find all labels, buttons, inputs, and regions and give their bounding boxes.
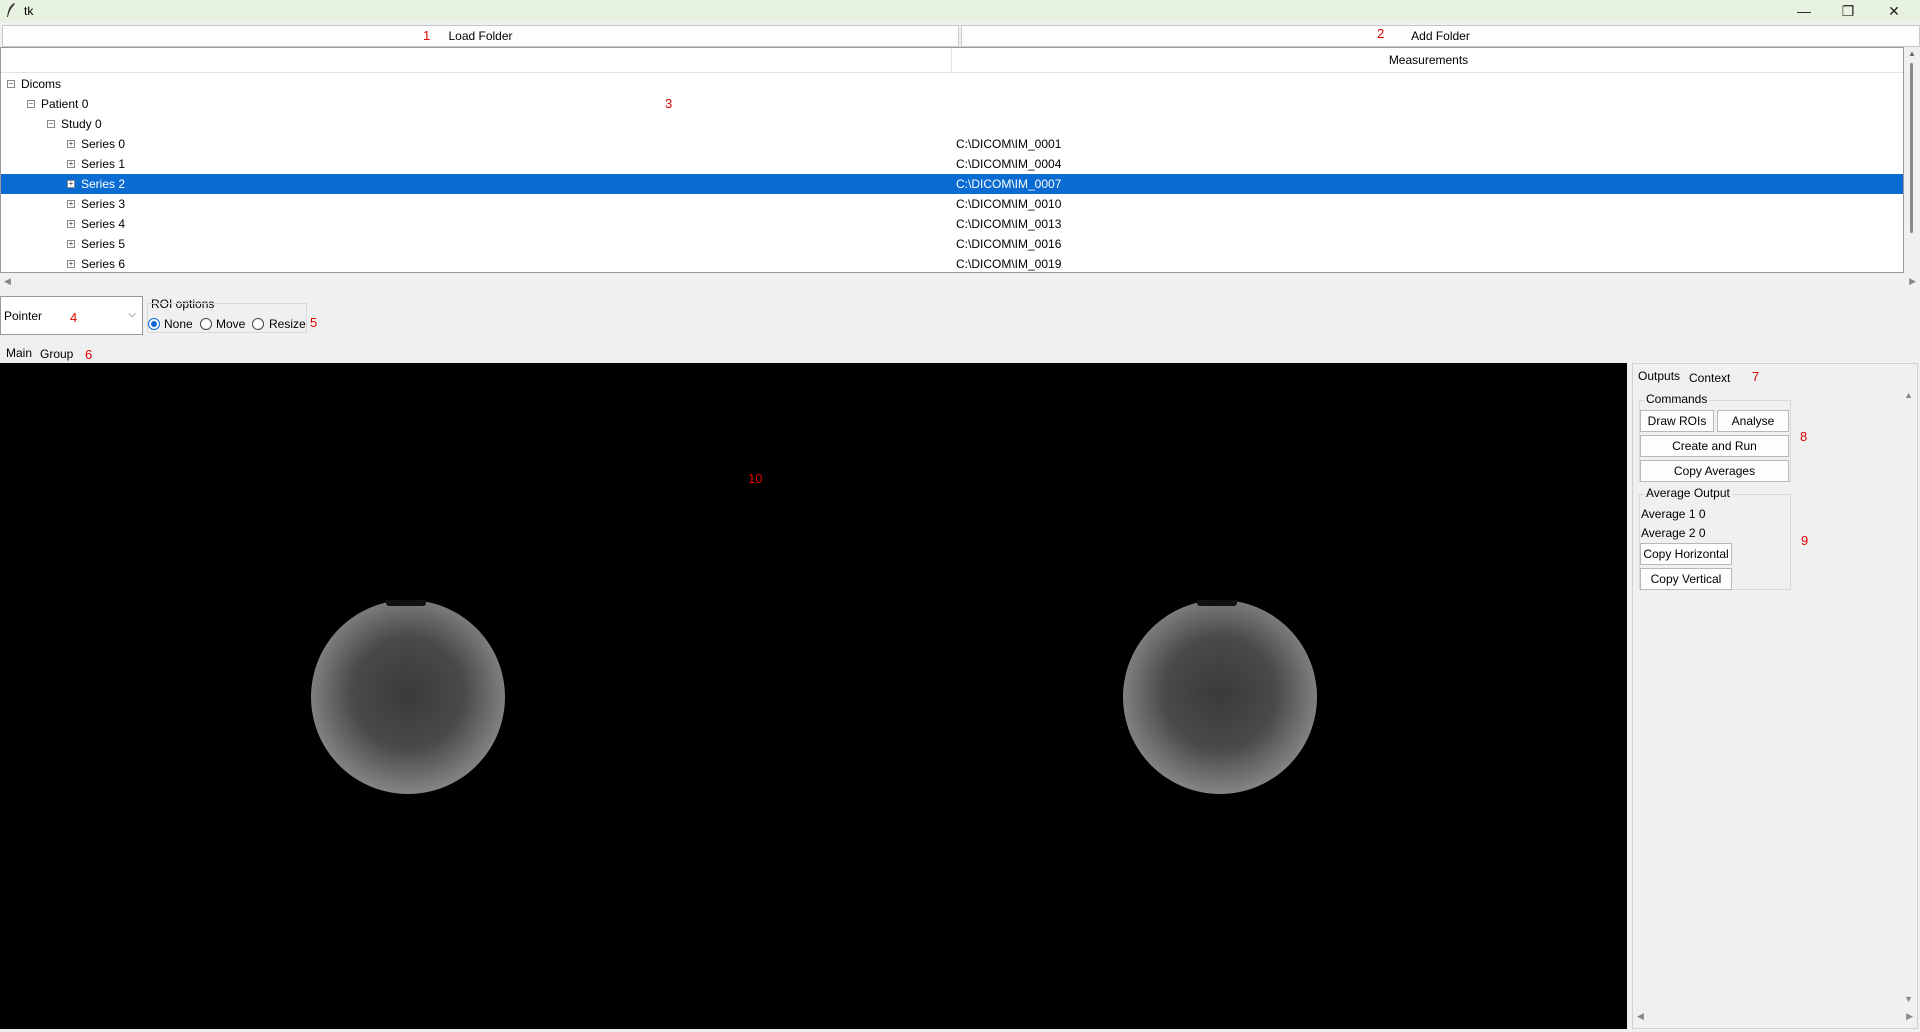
copy-horizontal-button[interactable]: Copy Horizontal <box>1640 543 1732 565</box>
phantom-image-right <box>1123 600 1317 794</box>
create-and-run-button[interactable]: Create and Run <box>1640 435 1789 457</box>
expand-icon[interactable]: + <box>67 240 75 248</box>
phantom-notch-right <box>1197 600 1237 606</box>
roi-move-radio[interactable] <box>200 318 212 330</box>
tree-horizontal-scrollbar[interactable]: ◀ ▶ <box>0 273 1920 291</box>
annotation-5: 5 <box>310 315 318 330</box>
tool-select-value: Pointer <box>4 309 43 323</box>
annotation-2: 2 <box>1377 26 1385 41</box>
dicom-tree[interactable]: Measurements − Dicoms − Patient 0 − Stud… <box>0 47 1904 273</box>
tree-row-series[interactable]: + Series 0 C:\DICOM\IM_0001 <box>1 134 1903 154</box>
analyse-button[interactable]: Analyse <box>1717 410 1789 432</box>
chevron-down-icon[interactable]: ⌵ <box>128 309 136 320</box>
expand-icon[interactable]: + <box>67 200 75 208</box>
scroll-right-icon[interactable]: ▶ <box>1906 1011 1913 1022</box>
expand-icon[interactable]: + <box>67 260 75 268</box>
maximize-button[interactable]: ❐ <box>1826 0 1870 22</box>
image-canvas[interactable]: 10 <box>0 363 1627 1029</box>
tree-row-series[interactable]: + Series 1 C:\DICOM\IM_0004 <box>1 154 1903 174</box>
series-label: Series 5 <box>81 237 126 251</box>
tree-row-series[interactable]: + Series 3 C:\DICOM\IM_0010 <box>1 194 1903 214</box>
tree-row-patient[interactable]: − Patient 0 <box>1 94 1903 114</box>
series-path: C:\DICOM\IM_0019 <box>956 257 1062 271</box>
tree-vertical-scrollbar[interactable]: ▲ <box>1904 47 1920 273</box>
load-folder-button[interactable]: Load Folder <box>2 25 959 47</box>
tab-context[interactable]: Context <box>1689 371 1730 385</box>
expand-icon[interactable]: + <box>67 160 75 168</box>
tab-outputs[interactable]: Outputs <box>1638 369 1680 383</box>
tree-row-study[interactable]: − Study 0 <box>1 114 1903 134</box>
scroll-down-icon[interactable]: ▼ <box>1904 994 1913 1004</box>
average-1-value: Average 1 0 <box>1641 507 1706 521</box>
tree-row-series[interactable]: + Series 5 C:\DICOM\IM_0016 <box>1 234 1903 254</box>
series-label: Series 3 <box>81 197 126 211</box>
series-label: Series 1 <box>81 157 126 171</box>
average-output-title: Average Output <box>1644 486 1732 500</box>
roi-none-label[interactable]: None <box>164 317 193 331</box>
series-label: Series 2 <box>81 177 126 191</box>
tree-row-series[interactable]: + Series 6 C:\DICOM\IM_0019 <box>1 254 1903 272</box>
roi-none-radio[interactable] <box>148 318 160 330</box>
commands-title: Commands <box>1644 392 1710 406</box>
annotation-7: 7 <box>1752 369 1760 384</box>
collapse-icon[interactable]: − <box>27 100 35 108</box>
tree-label: Dicoms <box>21 77 62 91</box>
right-panel: Outputs Context 7 Commands Draw ROIs Ana… <box>1632 363 1918 1029</box>
average-2-value: Average 2 0 <box>1641 526 1706 540</box>
series-path: C:\DICOM\IM_0004 <box>956 157 1062 171</box>
expand-icon[interactable]: + <box>67 220 75 228</box>
annotation-8: 8 <box>1800 429 1808 444</box>
scroll-up-icon[interactable]: ▲ <box>1904 390 1913 400</box>
annotation-6: 6 <box>85 347 93 362</box>
scroll-left-icon[interactable]: ◀ <box>4 276 11 287</box>
tab-main[interactable]: Main <box>6 346 32 360</box>
phantom-image-left <box>311 600 505 794</box>
roi-resize-label[interactable]: Resize <box>269 317 306 331</box>
tree-label: Patient 0 <box>41 97 89 111</box>
expand-icon[interactable]: + <box>67 140 75 148</box>
window-title: tk <box>24 4 34 18</box>
annotation-9: 9 <box>1801 533 1809 548</box>
roi-move-label[interactable]: Move <box>216 317 245 331</box>
series-label: Series 0 <box>81 137 126 151</box>
tree-row-root[interactable]: − Dicoms <box>1 74 1903 94</box>
annotation-4: 4 <box>70 310 78 325</box>
roi-resize-radio[interactable] <box>252 318 264 330</box>
collapse-icon[interactable]: − <box>47 120 55 128</box>
collapse-icon[interactable]: − <box>7 80 15 88</box>
measurements-column-header[interactable]: Measurements <box>951 48 1903 72</box>
scroll-left-icon[interactable]: ◀ <box>1637 1011 1644 1022</box>
annotation-3: 3 <box>665 96 673 111</box>
series-label: Series 6 <box>81 257 126 271</box>
title-bar: tk — ❐ ✕ <box>0 0 1920 22</box>
scroll-right-icon[interactable]: ▶ <box>1909 276 1916 287</box>
scroll-up-icon[interactable]: ▲ <box>1908 49 1916 58</box>
copy-vertical-button[interactable]: Copy Vertical <box>1640 568 1732 590</box>
annotation-1: 1 <box>423 28 431 43</box>
annotation-10: 10 <box>748 471 763 486</box>
close-button[interactable]: ✕ <box>1872 0 1916 22</box>
series-path: C:\DICOM\IM_0016 <box>956 237 1062 251</box>
series-path: C:\DICOM\IM_0010 <box>956 197 1062 211</box>
series-label: Series 4 <box>81 217 126 231</box>
phantom-notch-left <box>386 600 426 606</box>
minimize-button[interactable]: — <box>1782 0 1826 22</box>
series-path: C:\DICOM\IM_0007 <box>956 177 1062 191</box>
feather-icon <box>7 3 15 17</box>
tree-row-series[interactable]: + Series 4 C:\DICOM\IM_0013 <box>1 214 1903 234</box>
draw-rois-button[interactable]: Draw ROIs <box>1640 410 1714 432</box>
tab-group[interactable]: Group <box>40 347 73 361</box>
tree-label: Study 0 <box>61 117 102 131</box>
series-path: C:\DICOM\IM_0001 <box>956 137 1062 151</box>
tree-header: Measurements <box>1 48 1903 73</box>
copy-averages-button[interactable]: Copy Averages <box>1640 460 1789 482</box>
series-path: C:\DICOM\IM_0013 <box>956 217 1062 231</box>
expand-icon[interactable]: + <box>67 180 75 188</box>
tree-row-series[interactable]: + Series 2 C:\DICOM\IM_0007 <box>1 174 1903 194</box>
add-folder-button[interactable]: Add Folder <box>961 25 1920 47</box>
